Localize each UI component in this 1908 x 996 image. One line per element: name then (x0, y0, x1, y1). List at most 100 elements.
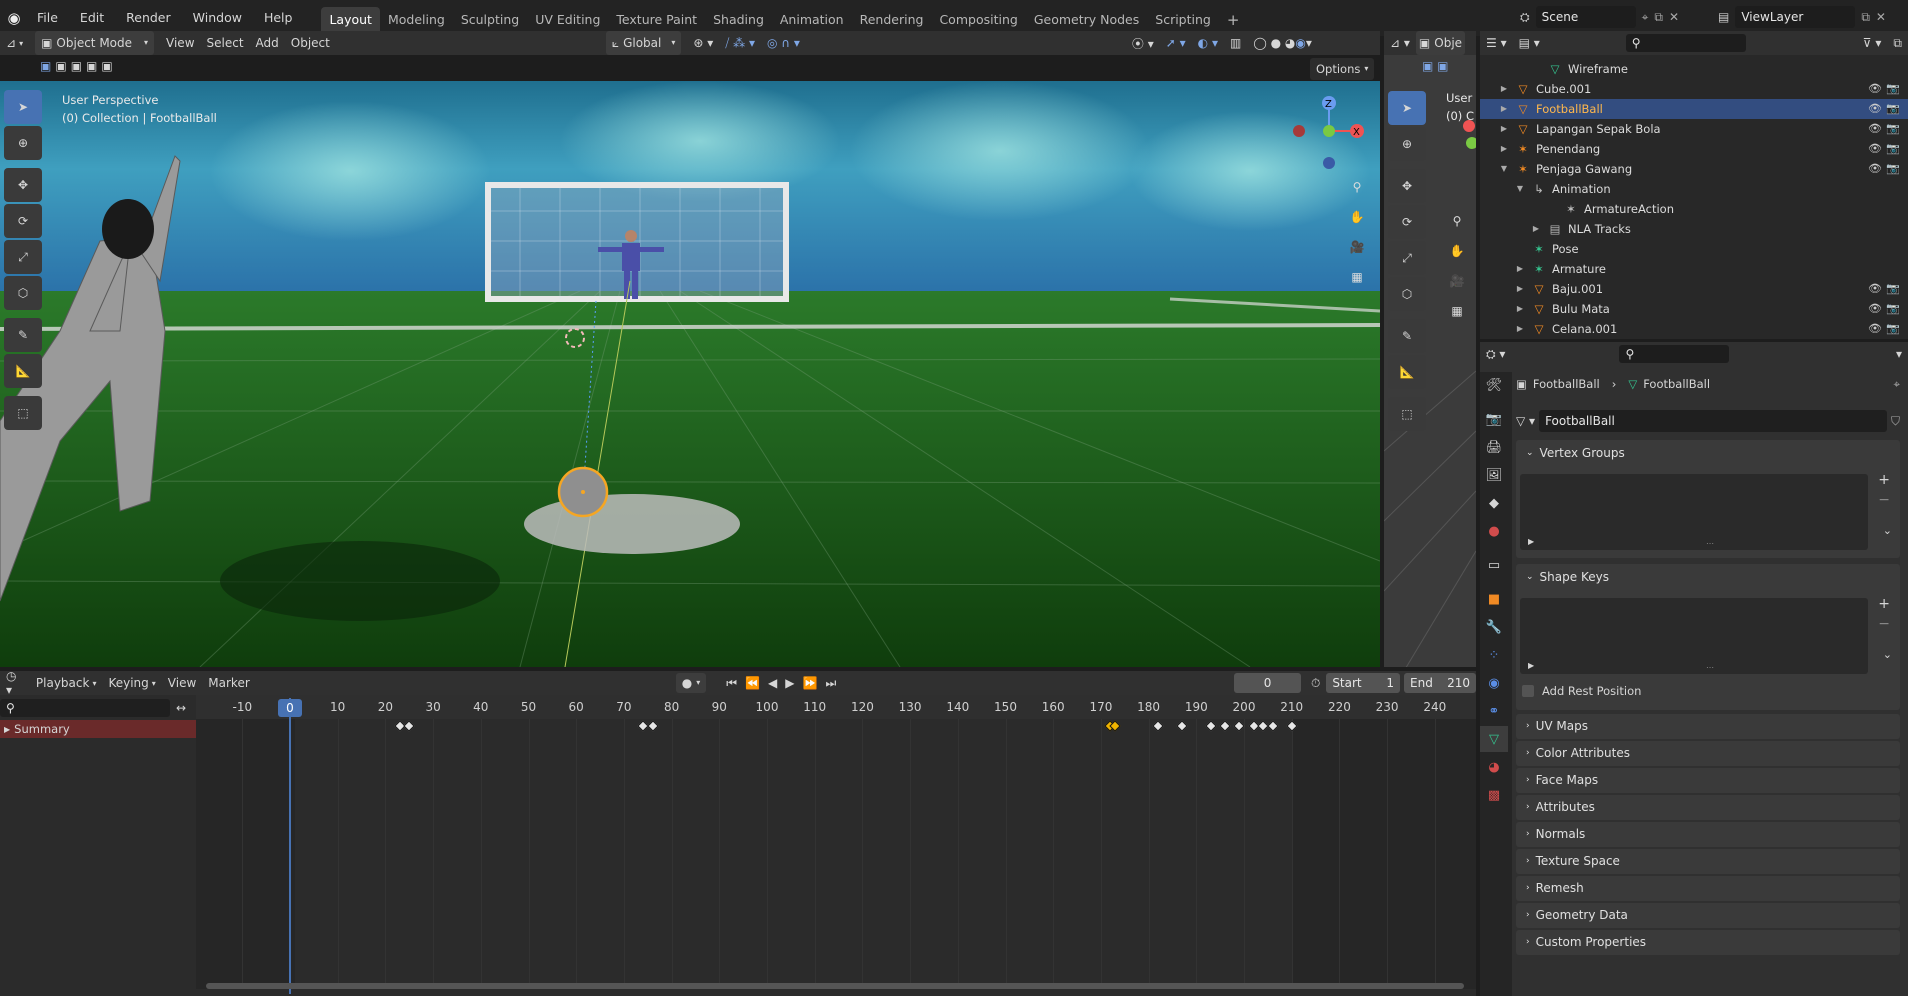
collapsed-panel[interactable]: › Custom Properties (1516, 930, 1900, 955)
new-collection-icon[interactable]: ⧉ (1887, 31, 1908, 55)
collapsed-panel[interactable]: › Normals (1516, 822, 1900, 847)
expand-arrow-icon[interactable]: ▶ (1514, 319, 1526, 339)
new-scene-icon[interactable]: ⧉ (1654, 10, 1663, 25)
mesh-data-tab-icon[interactable]: ▽ (1480, 726, 1508, 752)
collapsed-panel[interactable]: › Texture Space (1516, 849, 1900, 874)
render-camera-icon[interactable]: 📷 (1886, 119, 1900, 139)
world-tab-icon[interactable]: ● (1480, 518, 1508, 544)
collapsed-panel[interactable]: › Color Attributes (1516, 741, 1900, 766)
vertex-groups-list[interactable]: ▶ ⋯ (1520, 474, 1868, 550)
visibility-eye-icon[interactable]: 👁 (1868, 279, 1882, 299)
add-rest-position-row[interactable]: Add Rest Position (1522, 684, 1641, 698)
keyframe-diamond[interactable] (403, 720, 415, 732)
collapsed-panel[interactable]: › UV Maps (1516, 714, 1900, 739)
view-layer-tab-icon[interactable]: 🖼 (1480, 462, 1508, 488)
scene-selector[interactable]: ⛭ Scene ⌖ ⧉ ✕ (1520, 6, 1706, 28)
filter-icon[interactable]: ⊽ ▾ (1857, 31, 1888, 55)
collapsed-panel[interactable]: › Remesh (1516, 876, 1900, 901)
list-expand-icon[interactable]: ▶ (1528, 661, 1534, 670)
properties-search-input[interactable]: ⚲ (1619, 345, 1730, 363)
shape-keys-header[interactable]: ⌄ Shape Keys (1516, 564, 1900, 590)
outliner-row[interactable]: ▽ Wireframe (1480, 59, 1908, 79)
add-vertex-group-button[interactable]: + (1878, 472, 1890, 488)
expand-arrow-icon[interactable]: ▶ (1498, 119, 1510, 139)
render-camera-icon[interactable]: 📷 (1886, 279, 1900, 299)
outliner-row[interactable]: ▶ ▽ Cube.001 👁 📷 (1480, 79, 1908, 99)
remove-vertex-group-button[interactable]: − (1878, 492, 1890, 508)
render-camera-icon[interactable]: 📷 (1886, 299, 1900, 319)
playhead-frame-label[interactable]: 0 (278, 699, 302, 717)
render-camera-icon[interactable]: 📷 (1886, 159, 1900, 179)
render-camera-icon[interactable]: 📷 (1886, 79, 1900, 99)
material-tab-icon[interactable]: ◕ (1480, 754, 1508, 780)
keyframe-diamond[interactable] (1204, 720, 1217, 732)
playhead[interactable] (289, 698, 291, 994)
list-expand-icon[interactable]: ▶ (1528, 537, 1534, 546)
render-camera-icon[interactable]: 📷 (1886, 139, 1900, 159)
visibility-eye-icon[interactable]: 👁 (1868, 159, 1882, 179)
keyframe-diamond[interactable] (1219, 720, 1231, 732)
vertex-group-specials-button[interactable]: ⌄ (1883, 524, 1892, 537)
display-mode-icon[interactable]: ▤ ▾ (1513, 31, 1546, 55)
expand-arrow-icon[interactable]: ▶ (1498, 79, 1510, 99)
outliner-row[interactable]: ✶ ArmatureAction (1480, 199, 1908, 219)
expand-arrow-icon[interactable]: ▶ (1498, 139, 1510, 159)
outliner-row[interactable]: ▶ ▽ FootballBall 👁 📷 (1480, 99, 1908, 119)
mesh-browse-icon[interactable]: ▽ ▾ (1516, 414, 1535, 428)
visibility-eye-icon[interactable]: 👁 (1868, 319, 1882, 339)
scene-name[interactable]: Scene (1535, 6, 1636, 28)
outliner-row[interactable]: ▶ ▽ Baju.001 👁 📷 (1480, 279, 1908, 299)
add-shape-key-button[interactable]: + (1878, 596, 1890, 612)
physics-tab-icon[interactable]: ◉ (1480, 670, 1508, 696)
modifier-tab-icon[interactable]: 🔧 (1480, 614, 1508, 640)
pin-icon[interactable]: ⌖ (1642, 10, 1649, 25)
outliner-row[interactable]: ▼ ↳ Animation (1480, 179, 1908, 199)
keyframe-diamond[interactable] (1152, 720, 1164, 732)
expand-arrow-icon[interactable]: ▶ (1498, 99, 1510, 119)
render-camera-icon[interactable]: 📷 (1886, 99, 1900, 119)
visibility-eye-icon[interactable]: 👁 (1868, 99, 1882, 119)
vertex-groups-header[interactable]: ⌄ Vertex Groups (1516, 440, 1900, 466)
timeline-scrollbar[interactable] (206, 983, 1464, 989)
expand-arrow-icon[interactable]: ▶ (1514, 299, 1526, 319)
viewlayer-selector[interactable]: ▤ ViewLayer ⧉ ✕ (1718, 6, 1904, 28)
close-viewlayer-icon[interactable]: ✕ (1876, 10, 1886, 24)
expand-arrow-icon[interactable]: ▶ (1530, 219, 1542, 239)
collapse-arrow-icon[interactable]: ▼ (1514, 179, 1526, 199)
shape-keys-list[interactable]: ▶ ⋯ (1520, 598, 1868, 674)
collapsed-panel[interactable]: › Face Maps (1516, 768, 1900, 793)
collapsed-panel[interactable]: › Geometry Data (1516, 903, 1900, 928)
pin-properties-icon[interactable]: ⌖ (1894, 377, 1900, 392)
render-camera-icon[interactable]: 📷 (1886, 319, 1900, 339)
visibility-eye-icon[interactable]: 👁 (1868, 299, 1882, 319)
mesh-name-field[interactable]: FootballBall (1539, 410, 1887, 432)
keyframe-diamond[interactable] (1176, 720, 1188, 732)
visibility-eye-icon[interactable]: 👁 (1868, 139, 1882, 159)
outliner-row[interactable]: ▶ ✶ Armature (1480, 259, 1908, 279)
output-tab-icon[interactable]: 🖨 (1480, 434, 1508, 460)
render-tab-icon[interactable]: 📷 (1480, 406, 1508, 432)
expand-arrow-icon[interactable]: ▶ (1514, 259, 1526, 279)
keyframe-diamond[interactable] (646, 720, 659, 732)
outliner-row[interactable]: ▶ ▤ NLA Tracks (1480, 219, 1908, 239)
outliner-row[interactable]: ▶ ▽ Lapangan Sepak Bola 👁 📷 (1480, 119, 1908, 139)
visibility-eye-icon[interactable]: 👁 (1868, 79, 1882, 99)
expand-arrow-icon[interactable]: ▶ (1514, 279, 1526, 299)
outliner-row[interactable]: ▼ ✶ Penjaga Gawang 👁 📷 (1480, 159, 1908, 179)
tool-tab-icon[interactable]: 🛠 (1480, 372, 1508, 398)
texture-tab-icon[interactable]: ▩ (1480, 782, 1508, 808)
breadcrumb-object[interactable]: FootballBall (1533, 377, 1600, 391)
object-tab-icon[interactable]: ■ (1480, 586, 1508, 612)
collapse-arrow-icon[interactable]: ▼ (1498, 159, 1510, 179)
scene-tab-icon[interactable]: ◆ (1480, 490, 1508, 516)
list-resize-handle[interactable]: ⋯ (1706, 663, 1714, 672)
fake-user-icon[interactable]: ⛉ (1891, 414, 1900, 429)
outliner-editor-icon[interactable]: ☰ ▾ (1480, 31, 1513, 55)
shape-key-specials-button[interactable]: ⌄ (1883, 648, 1892, 661)
add-rest-position-checkbox[interactable] (1522, 685, 1534, 697)
keyframe-diamond[interactable] (1233, 720, 1245, 732)
constraints-tab-icon[interactable]: ⚭ (1480, 698, 1508, 724)
list-resize-handle[interactable]: ⋯ (1706, 539, 1714, 548)
outliner-row[interactable]: ▶ ▽ Celana.001 👁 📷 (1480, 319, 1908, 339)
particles-tab-icon[interactable]: ⁘ (1480, 642, 1508, 668)
